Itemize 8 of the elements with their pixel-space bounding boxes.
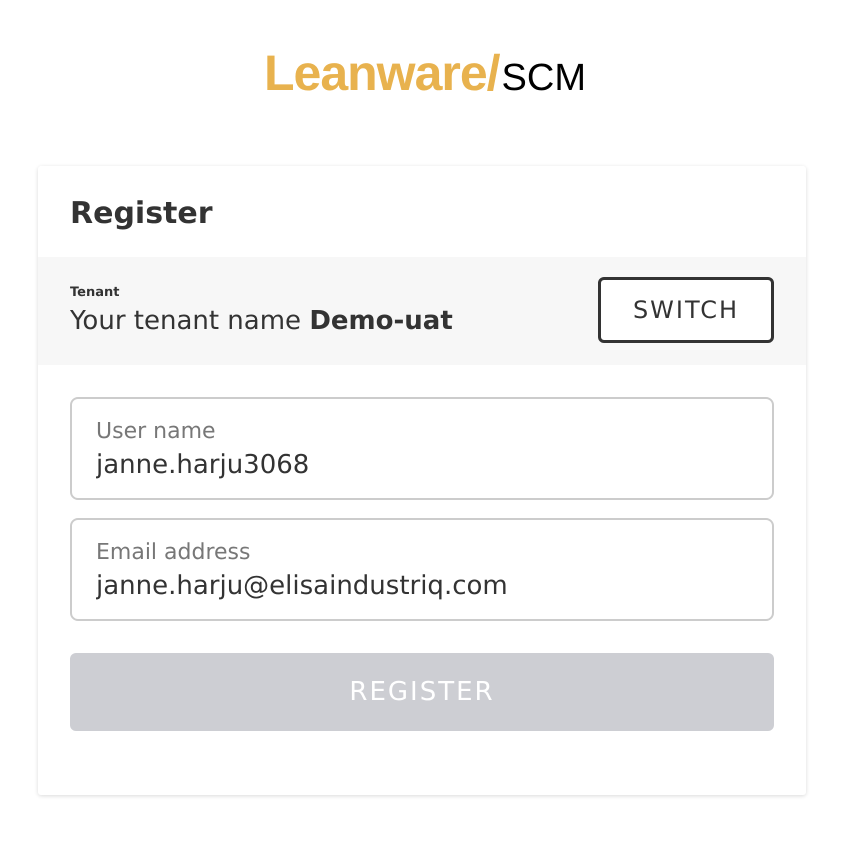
tenant-text: Your tenant name Demo-uat [70, 306, 453, 336]
switch-button[interactable]: SWITCH [598, 277, 774, 343]
tenant-label: Tenant [70, 284, 120, 300]
field-label: Email address [96, 540, 252, 565]
field-label: User name [96, 419, 217, 444]
card-title: Register [69, 195, 214, 233]
logo-brand: Leanware/ [264, 44, 500, 102]
logo-product: SCM [502, 57, 586, 100]
